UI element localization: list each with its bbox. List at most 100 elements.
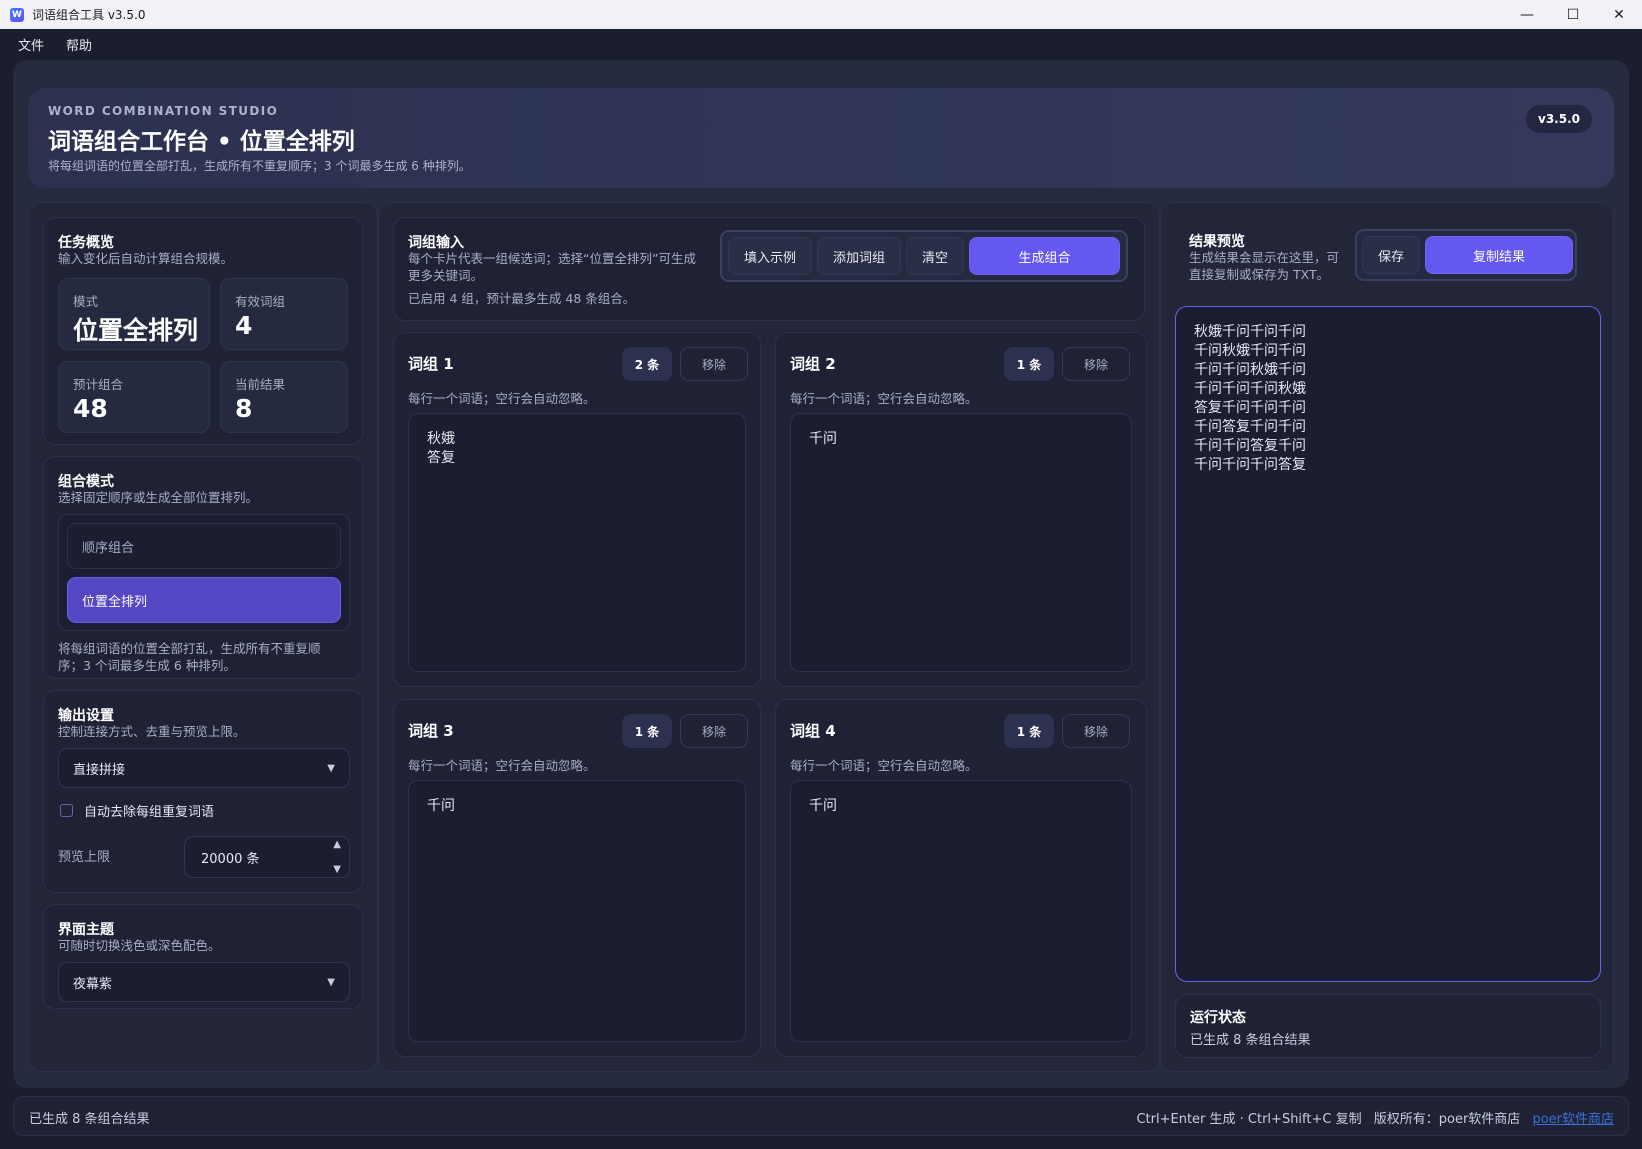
group-card-4: 词组 4 1 条 移除 每行一个词语；空行会自动忽略。 千问: [775, 699, 1147, 1057]
maximize-button[interactable]: ☐: [1550, 0, 1596, 29]
stat-groups: 有效词组 4: [220, 278, 348, 350]
preview-limit-spinbox[interactable]: 20000 条 ▲ ▼: [184, 836, 350, 878]
clear-button[interactable]: 清空: [906, 237, 964, 275]
overview-subtitle: 输入变化后自动计算组合规模。: [58, 251, 234, 266]
stat-estimate: 预计组合 48: [58, 361, 210, 433]
theme-value: 夜幕紫: [73, 976, 113, 992]
close-button[interactable]: ✕: [1596, 0, 1642, 29]
chevron-down-icon: ▼: [327, 762, 335, 774]
group-card-1: 词组 1 2 条 移除 每行一个词语；空行会自动忽略。 秋娥 答复: [393, 332, 761, 687]
theme-title: 界面主题: [58, 922, 114, 938]
results-header: 结果预览 生成结果会显示在这里，可 直接复制或保存为 TXT。 保存 复制结果: [1175, 217, 1599, 283]
stat-groups-label: 有效词组: [235, 294, 286, 309]
group-2-textarea[interactable]: 千问: [790, 413, 1132, 672]
stat-results-value: 8: [235, 394, 253, 423]
mode-subtitle: 选择固定顺序或生成全部位置排列。: [58, 490, 259, 505]
theme-card: 界面主题 可随时切换浅色或深色配色。 夜幕紫 ▼: [43, 904, 363, 1009]
group-3-title: 词组 3: [408, 722, 454, 740]
group-1-remove-button[interactable]: 移除: [680, 347, 748, 381]
save-button[interactable]: 保存: [1362, 236, 1420, 274]
input-subtitle-1: 每个卡片代表一组候选词；选择“位置全排列”可生成: [408, 251, 696, 266]
group-4-hint: 每行一个词语；空行会自动忽略。: [790, 758, 978, 773]
overview-title: 任务概览: [58, 235, 114, 251]
app-icon: W: [10, 7, 24, 22]
join-mode-select[interactable]: 直接拼接 ▼: [58, 748, 350, 788]
results-textarea[interactable]: 秋娥千问千问千问 千问秋娥千问千问 千问千问秋娥千问 千问千问千问秋娥 答复千问…: [1175, 306, 1601, 982]
header-kicker: WORD COMBINATION STUDIO: [48, 104, 279, 118]
menu-file[interactable]: 文件: [18, 35, 44, 54]
input-status: 已启用 4 组，预计最多生成 48 条组合。: [408, 291, 636, 306]
spin-down-icon[interactable]: ▼: [333, 864, 341, 875]
group-1-hint: 每行一个词语；空行会自动忽略。: [408, 391, 596, 406]
output-card: 输出设置 控制连接方式、去重与预览上限。 直接拼接 ▼ 自动去除每组重复词语 预…: [43, 690, 363, 893]
input-card: 词组输入 每个卡片代表一组候选词；选择“位置全排列”可生成 更多关键词。 已启用…: [393, 217, 1145, 321]
generate-button[interactable]: 生成组合: [969, 237, 1120, 275]
window-titlebar: W 词语组合工具 v3.5.0 — ☐ ✕: [0, 0, 1642, 29]
input-subtitle-2: 更多关键词。: [408, 268, 484, 283]
group-1-count-badge: 2 条: [622, 347, 672, 381]
results-toolbar: 保存 复制结果: [1355, 229, 1577, 281]
group-card-2: 词组 2 1 条 移除 每行一个词语；空行会自动忽略。 千问: [775, 332, 1147, 687]
stat-groups-value: 4: [235, 311, 253, 340]
run-status-title: 运行状态: [1190, 1010, 1246, 1026]
output-title: 输出设置: [58, 708, 114, 724]
group-3-remove-button[interactable]: 移除: [680, 714, 748, 748]
group-3-textarea[interactable]: 千问: [408, 780, 746, 1042]
mode-card: 组合模式 选择固定顺序或生成全部位置排列。 顺序组合 位置全排列 将每组词语的位…: [43, 456, 363, 679]
mode-options: 顺序组合 位置全排列: [58, 514, 350, 631]
menu-bar: 文件 帮助: [0, 29, 1642, 60]
spin-up-icon[interactable]: ▲: [333, 839, 341, 850]
window-title: 词语组合工具 v3.5.0: [32, 8, 146, 22]
left-column: 任务概览 输入变化后自动计算组合规模。 模式 位置全排列 有效词组 4 预计组合…: [28, 202, 378, 1072]
right-column: 结果预览 生成结果会显示在这里，可 直接复制或保存为 TXT。 保存 复制结果 …: [1160, 202, 1614, 1072]
theme-select[interactable]: 夜幕紫 ▼: [58, 962, 350, 1002]
group-1-textarea[interactable]: 秋娥 答复: [408, 413, 746, 672]
group-2-title: 词组 2: [790, 355, 836, 373]
chevron-down-icon: ▼: [327, 976, 335, 988]
preview-limit-label: 预览上限: [58, 850, 111, 865]
hero-header: WORD COMBINATION STUDIO 词语组合工作台 • 位置全排列 …: [28, 88, 1614, 188]
copy-results-button[interactable]: 复制结果: [1425, 236, 1573, 274]
group-2-remove-button[interactable]: 移除: [1062, 347, 1130, 381]
store-link[interactable]: poer软件商店: [1532, 1112, 1614, 1127]
group-4-textarea[interactable]: 千问: [790, 780, 1132, 1042]
overview-card: 任务概览 输入变化后自动计算组合规模。 模式 位置全排列 有效词组 4 预计组合…: [43, 217, 363, 445]
add-group-button[interactable]: 添加词组: [817, 237, 901, 275]
stat-mode-value: 位置全排列: [73, 316, 199, 345]
run-status-card: 运行状态 已生成 8 条组合结果: [1175, 994, 1601, 1058]
minimize-button[interactable]: —: [1504, 0, 1550, 29]
results-subtitle-2: 直接复制或保存为 TXT。: [1189, 267, 1330, 282]
group-1-title: 词组 1: [408, 355, 454, 373]
input-title: 词组输入: [408, 235, 464, 251]
preview-limit-value: 20000 条: [201, 851, 260, 867]
mode-title: 组合模式: [58, 474, 114, 490]
fill-example-button[interactable]: 填入示例: [728, 237, 812, 275]
status-message: 已生成 8 条组合结果: [29, 1112, 150, 1127]
group-3-count-badge: 1 条: [622, 714, 672, 748]
results-title: 结果预览: [1189, 234, 1245, 250]
stat-results-label: 当前结果: [235, 377, 286, 392]
mode-option-sequence[interactable]: 顺序组合: [67, 523, 341, 569]
group-card-3: 词组 3 1 条 移除 每行一个词语；空行会自动忽略。 千问: [393, 699, 761, 1057]
stat-estimate-label: 预计组合: [73, 377, 124, 392]
input-toolbar: 填入示例 添加词组 清空 生成组合: [720, 230, 1128, 282]
status-bar: 已生成 8 条组合结果 Ctrl+Enter 生成 · Ctrl+Shift+C…: [13, 1096, 1629, 1136]
status-shortcuts: Ctrl+Enter 生成 · Ctrl+Shift+C 复制: [1136, 1112, 1362, 1127]
mode-option-permutation[interactable]: 位置全排列: [67, 577, 341, 623]
theme-subtitle: 可随时切换浅色或深色配色。: [58, 938, 221, 953]
results-subtitle-1: 生成结果会显示在这里，可: [1189, 250, 1340, 265]
dedupe-label: 自动去除每组重复词语: [84, 805, 215, 820]
version-badge: v3.5.0: [1526, 105, 1592, 133]
menu-help[interactable]: 帮助: [66, 35, 92, 54]
page-title: 词语组合工作台 • 位置全排列: [48, 129, 355, 155]
page-subtitle: 将每组词语的位置全部打乱，生成所有不重复顺序；3 个词最多生成 6 种排列。: [48, 159, 471, 173]
group-2-count-badge: 1 条: [1004, 347, 1054, 381]
mode-description-2: 序；3 个词最多生成 6 种排列。: [58, 658, 236, 673]
dedupe-checkbox[interactable]: [60, 804, 73, 817]
output-subtitle: 控制连接方式、去重与预览上限。: [58, 724, 246, 739]
stat-mode-label: 模式: [73, 294, 99, 309]
run-status-text: 已生成 8 条组合结果: [1190, 1033, 1311, 1048]
status-right: Ctrl+Enter 生成 · Ctrl+Shift+C 复制 版权所有：poe…: [1136, 1108, 1614, 1127]
join-mode-value: 直接拼接: [73, 762, 126, 778]
group-4-remove-button[interactable]: 移除: [1062, 714, 1130, 748]
